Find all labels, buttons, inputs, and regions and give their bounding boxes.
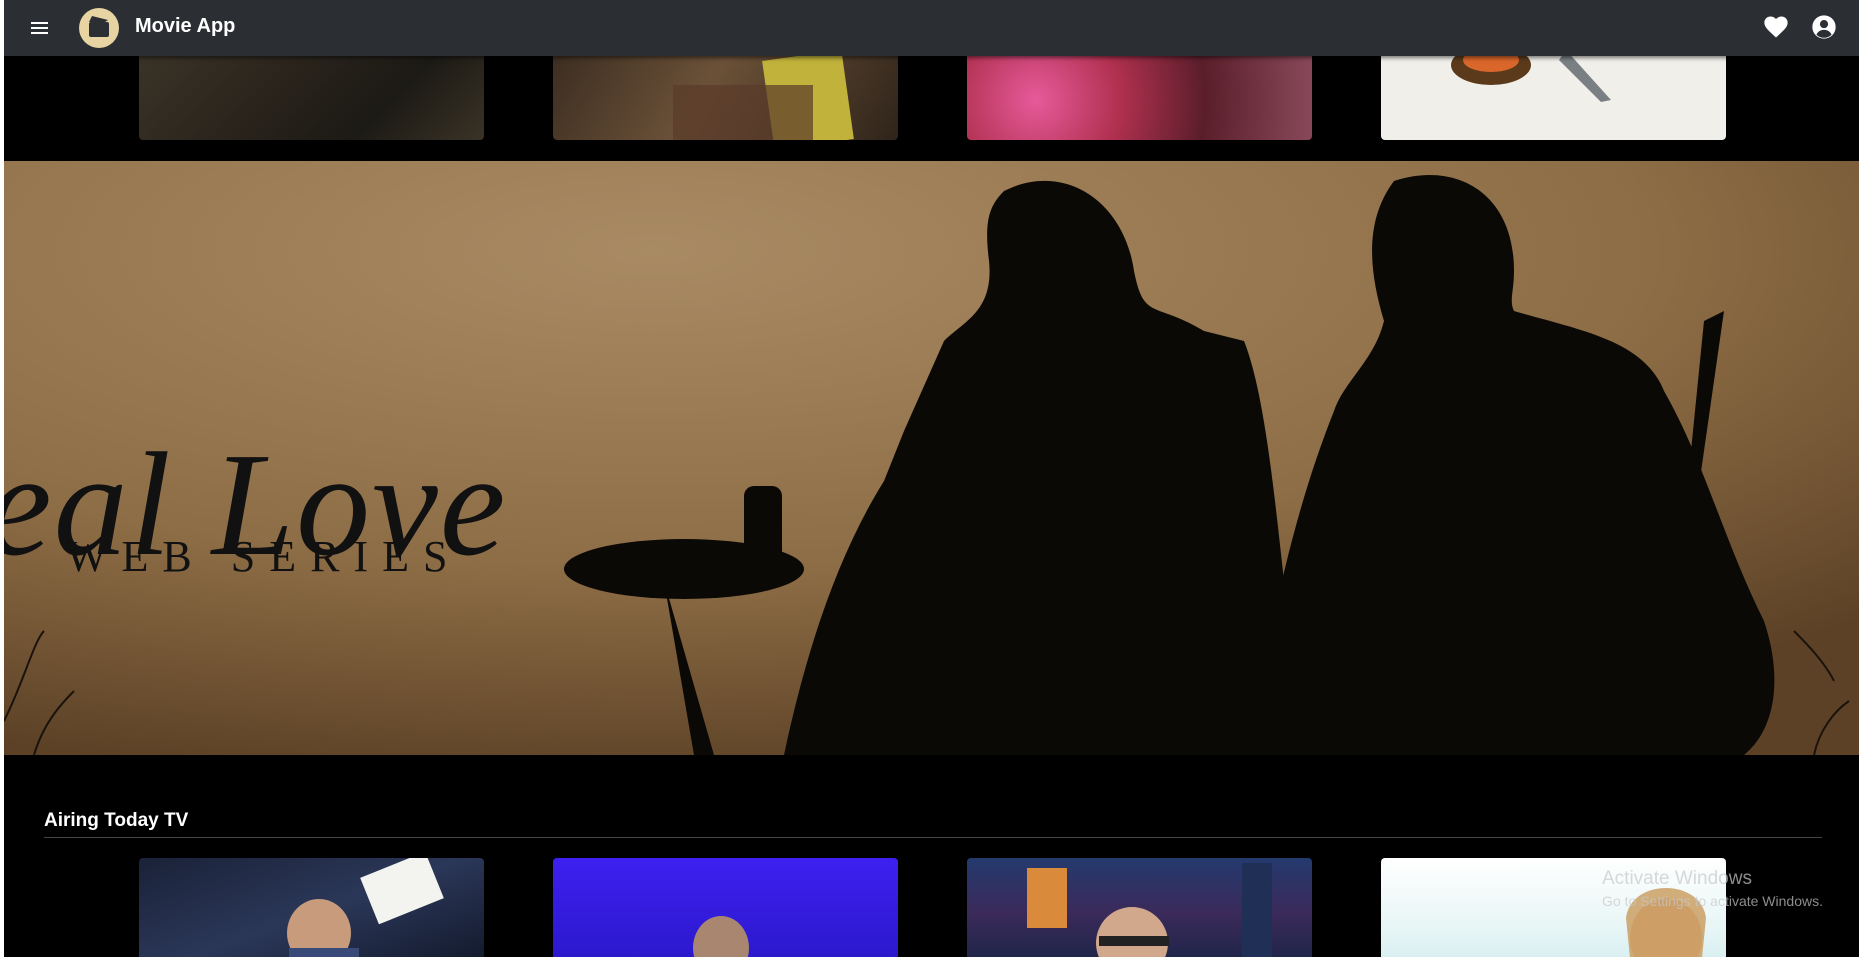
card-art	[693, 916, 749, 957]
tv-card[interactable]	[139, 858, 484, 957]
section-divider	[44, 837, 1822, 838]
section-title-airing-today: Airing Today TV	[44, 810, 189, 831]
app-page: Movie App eal Love WEB SERIES Airing Tod…	[4, 0, 1859, 957]
tv-card[interactable]	[553, 858, 898, 957]
hero-banner[interactable]: eal Love WEB SERIES	[4, 161, 1859, 755]
app-bar: Movie App	[4, 0, 1859, 56]
heart-icon[interactable]	[1762, 13, 1790, 41]
watermark-title: Activate Windows	[1602, 868, 1752, 889]
clapperboard-icon[interactable]	[78, 7, 120, 49]
app-title: Movie App	[135, 15, 236, 37]
hero-subtitle: WEB SERIES	[66, 532, 462, 581]
menu-icon[interactable]	[28, 16, 52, 40]
watermark-subtitle: Go to Settings to activate Windows.	[1602, 893, 1823, 909]
windows-activation-watermark: Activate Windows Go to Settings to activ…	[1602, 868, 1823, 909]
card-art	[1027, 863, 1272, 957]
card-art	[287, 858, 444, 957]
tv-card[interactable]	[967, 858, 1312, 957]
account-circle-icon[interactable]	[1810, 13, 1838, 41]
